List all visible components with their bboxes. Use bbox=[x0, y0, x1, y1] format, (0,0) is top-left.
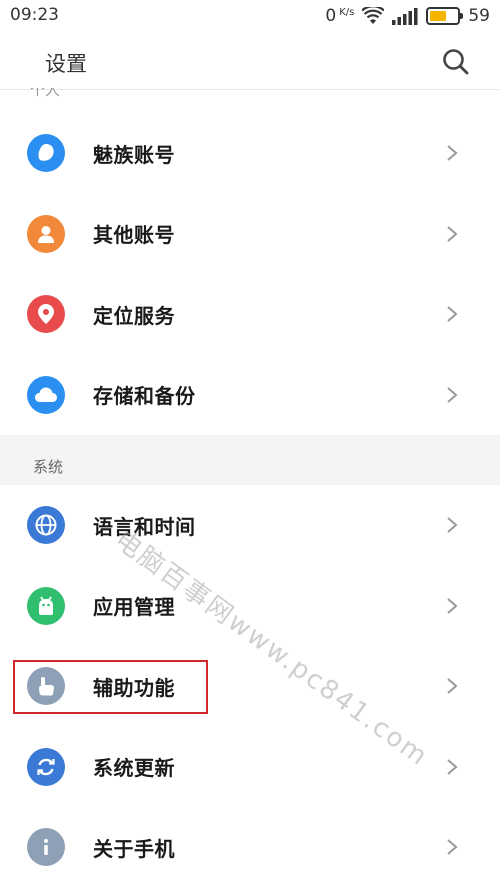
globe-icon bbox=[27, 506, 65, 545]
meizu-account-icon bbox=[27, 134, 65, 173]
settings-item-meizu-account[interactable]: 魅族账号 bbox=[0, 113, 500, 194]
status-indicators: 0 K/s 59 bbox=[325, 4, 490, 28]
settings-item-label: 魅族账号 bbox=[93, 142, 175, 167]
settings-item-label: 存储和备份 bbox=[93, 384, 196, 409]
settings-item-language-time[interactable]: 语言和时间 bbox=[0, 485, 500, 566]
network-speed: 0 K/s bbox=[325, 6, 354, 26]
section-header-label: 系统 bbox=[33, 458, 64, 476]
battery-icon bbox=[426, 7, 464, 25]
cloud-icon bbox=[27, 375, 65, 414]
app-bar: 设置 bbox=[0, 34, 500, 90]
chevron-right-icon bbox=[447, 678, 458, 695]
chevron-right-icon bbox=[447, 839, 458, 856]
settings-item-label: 其他账号 bbox=[93, 223, 175, 248]
settings-item-location[interactable]: 定位服务 bbox=[0, 274, 500, 355]
chevron-right-icon bbox=[447, 517, 458, 534]
settings-item-label: 系统更新 bbox=[93, 756, 175, 781]
chevron-right-icon bbox=[447, 145, 458, 162]
network-speed-unit: K/s bbox=[339, 7, 355, 18]
settings-item-other-accounts[interactable]: 其他账号 bbox=[0, 193, 500, 274]
status-time: 09:23 bbox=[10, 5, 59, 25]
person-icon bbox=[27, 214, 65, 253]
chevron-right-icon bbox=[447, 225, 458, 242]
settings-item-label: 定位服务 bbox=[93, 303, 175, 328]
page-title: 设置 bbox=[45, 52, 87, 76]
search-icon[interactable] bbox=[440, 46, 472, 78]
android-icon bbox=[27, 586, 65, 625]
wifi-icon bbox=[362, 7, 385, 24]
settings-item-label: 应用管理 bbox=[93, 595, 175, 620]
settings-list: 魅族账号 其他账号 定位服务 存储和备份 系统 语言和时间 应用管理 辅助功能 … bbox=[0, 113, 500, 888]
info-icon bbox=[27, 828, 65, 867]
chevron-right-icon bbox=[447, 386, 458, 403]
chevron-right-icon bbox=[447, 306, 458, 323]
status-bar: 09:23 0 K/s 59 bbox=[0, 0, 500, 34]
battery-level: 59 bbox=[468, 6, 490, 26]
signal-icon bbox=[392, 8, 418, 25]
highlight-box-accessibility bbox=[13, 660, 208, 714]
settings-item-label: 关于手机 bbox=[93, 836, 175, 861]
battery-fill bbox=[430, 11, 446, 21]
section-header-system: 系统 bbox=[0, 435, 500, 485]
refresh-icon bbox=[27, 747, 65, 786]
section-header-personal-label: 个人 bbox=[30, 88, 61, 99]
chevron-right-icon bbox=[447, 597, 458, 614]
location-pin-icon bbox=[27, 295, 65, 334]
chevron-right-icon bbox=[447, 758, 458, 775]
settings-item-storage-backup[interactable]: 存储和备份 bbox=[0, 354, 500, 435]
settings-item-about-phone[interactable]: 关于手机 bbox=[0, 807, 500, 888]
network-speed-value: 0 bbox=[325, 6, 337, 26]
section-header-personal: 个人 bbox=[30, 88, 60, 102]
